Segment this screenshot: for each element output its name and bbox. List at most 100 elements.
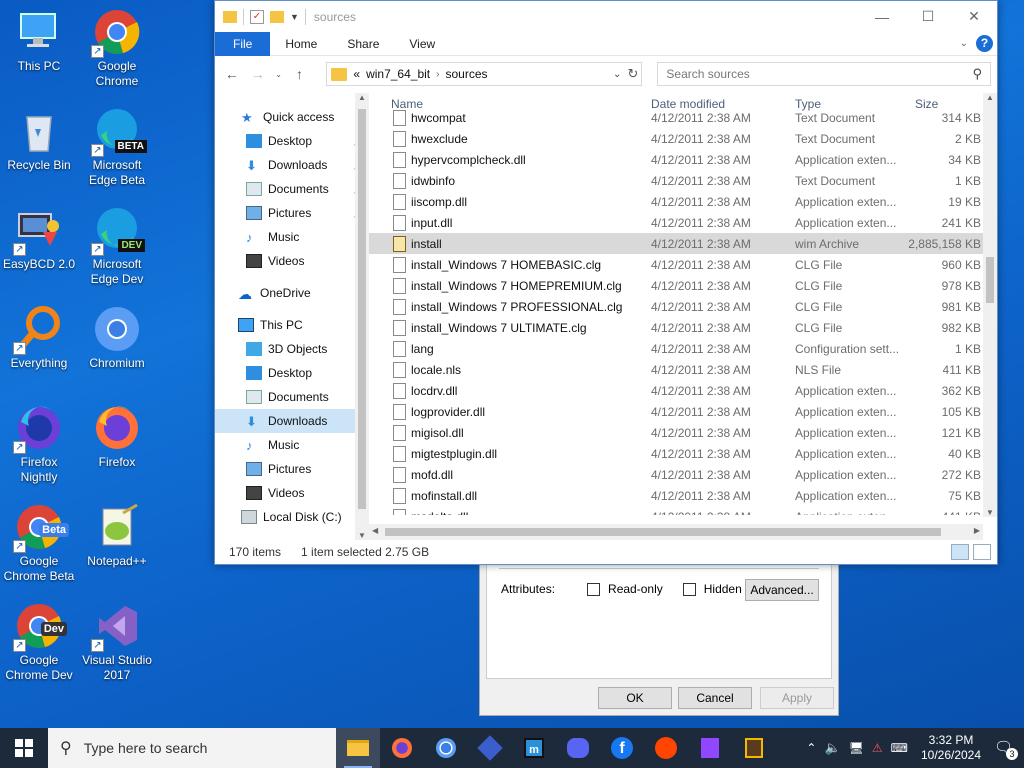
nav-onedrive[interactable]: ☁ OneDrive [215, 281, 369, 305]
file-row[interactable]: hwexclude 4/12/2011 2:38 AM Text Document 2… [369, 128, 997, 149]
forward-button[interactable]: → [247, 63, 269, 85]
desktop-icon-firefox-nightly[interactable]: ↗ Firefox Nightly [0, 404, 78, 485]
chevron-right-icon[interactable]: › [436, 69, 439, 80]
nav-pc-local-disk[interactable]: Local Disk (C:) [215, 505, 369, 529]
taskbar-discord[interactable] [556, 728, 600, 768]
start-button[interactable] [0, 728, 48, 768]
network-icon[interactable]: 🖥 [849, 741, 864, 755]
nav-pc-pictures[interactable]: Pictures [215, 457, 369, 481]
details-view-icon[interactable] [951, 544, 969, 560]
close-button[interactable]: ✕ [951, 1, 997, 32]
nav-pc-videos[interactable]: Videos [215, 481, 369, 505]
nav-pc-documents[interactable]: Documents [215, 385, 369, 409]
file-row[interactable]: hypervcomplcheck.dll 4/12/2011 2:38 AM App… [369, 149, 997, 170]
scrollbar-thumb[interactable] [358, 109, 366, 509]
nav-pc-desktop[interactable]: Desktop [215, 361, 369, 385]
file-row[interactable]: install_Windows 7 ULTIMATE.clg 4/12/2011 … [369, 317, 997, 338]
file-row[interactable]: mofd.dll 4/12/2011 2:38 AM Application ext… [369, 464, 997, 485]
advanced-button[interactable]: Advanced... [745, 579, 819, 601]
desktop-icon-everything[interactable]: ↗ Everything [0, 305, 78, 371]
properties-icon[interactable]: ✓ [250, 9, 264, 24]
scroll-up-icon[interactable]: ▲ [986, 93, 994, 102]
file-list-scrollbar[interactable]: ▲ ▼ [983, 93, 997, 517]
ok-button[interactable]: OK [598, 687, 672, 709]
file-row[interactable]: msdelta.dll 4/12/2011 2:38 AM Application … [369, 506, 997, 515]
scroll-down-icon[interactable]: ▼ [358, 531, 366, 540]
file-row[interactable]: logprovider.dll 4/12/2011 2:38 AM Applicat… [369, 401, 997, 422]
taskbar-app[interactable] [468, 728, 512, 768]
nav-qa-documents[interactable]: Documents 📌 [215, 177, 369, 201]
tab-share[interactable]: Share [332, 32, 394, 56]
readonly-checkbox[interactable] [587, 582, 601, 596]
file-row[interactable]: mofinstall.dll 4/12/2011 2:38 AM Applicati… [369, 485, 997, 506]
desktop-icon-recycle-bin[interactable]: Recycle Bin [0, 107, 78, 173]
nav-qa-videos[interactable]: Videos [215, 249, 369, 273]
desktop-icon-google-chrome[interactable]: ↗ Google Chrome [78, 8, 156, 89]
scroll-up-icon[interactable]: ▲ [358, 93, 366, 102]
scroll-down-icon[interactable]: ▼ [986, 508, 994, 517]
nav-pc-downloads[interactable]: ⬇ Downloads [215, 409, 369, 433]
chevron-up-icon[interactable]: ⌃ [806, 741, 816, 755]
taskbar-search-input[interactable]: Type here to search [84, 740, 208, 756]
tab-view[interactable]: View [394, 32, 450, 56]
nav-qa-music[interactable]: ♪ Music [215, 225, 369, 249]
horizontal-scrollbar[interactable]: ◀ ▶ [369, 524, 983, 540]
nav-this-pc[interactable]: This PC [215, 313, 369, 337]
scroll-left-icon[interactable]: ◀ [372, 526, 378, 535]
desktop-icon-notepad-plus-plus[interactable]: Notepad++ [78, 503, 156, 569]
address-bar[interactable]: « win7_64_bit › sources ⌄ ↻ [326, 62, 643, 86]
breadcrumb-overflow[interactable]: « [353, 67, 360, 81]
desktop-icon-easybcd[interactable]: ↗ EasyBCD 2.0 [0, 206, 78, 272]
apply-button[interactable]: Apply [760, 687, 834, 709]
nav-quick-access[interactable]: ★ Quick access [215, 105, 369, 129]
file-row[interactable]: migisol.dll 4/12/2011 2:38 AM Application … [369, 422, 997, 443]
search-box[interactable]: Search sources ⚲ [657, 62, 991, 86]
chevron-down-icon[interactable]: ⌄ [613, 69, 621, 80]
taskbar-chromium[interactable] [424, 728, 468, 768]
file-row[interactable]: migtestplugin.dll 4/12/2011 2:38 AM Applic… [369, 443, 997, 464]
file-row[interactable]: idwbinfo 4/12/2011 2:38 AM Text Document 1 … [369, 170, 997, 191]
desktop-icon-edge-dev[interactable]: DEV ↗ Microsoft Edge Dev [78, 206, 156, 287]
help-icon[interactable]: ? [976, 35, 993, 52]
desktop-icon-firefox[interactable]: Firefox [78, 404, 156, 470]
hidden-checkbox[interactable] [682, 582, 696, 596]
desktop-icon-chrome-beta[interactable]: Beta ↗ Google Chrome Beta [0, 503, 78, 584]
desktop-icon-chromium[interactable]: Chromium [78, 305, 156, 371]
taskbar-firefox[interactable] [380, 728, 424, 768]
file-row[interactable]: install_Windows 7 PROFESSIONAL.clg 4/12/2… [369, 296, 997, 317]
taskbar-reddit[interactable] [644, 728, 688, 768]
file-row[interactable]: install 4/12/2011 2:38 AM wim Archive 2,885… [369, 233, 997, 254]
scrollbar-thumb[interactable] [385, 528, 941, 536]
minimize-button[interactable]: — [859, 1, 905, 32]
scrollbar-thumb[interactable] [986, 257, 994, 303]
speaker-icon[interactable]: 🔈 [824, 740, 840, 756]
scroll-right-icon[interactable]: ▶ [974, 526, 980, 535]
breadcrumb-item[interactable]: sources [445, 67, 487, 81]
security-icon[interactable]: ⚠ [872, 741, 883, 755]
breadcrumb-item[interactable]: win7_64_bit [366, 67, 430, 81]
nav-qa-desktop[interactable]: Desktop 📌 [215, 129, 369, 153]
taskbar-mastodon[interactable]: m [512, 728, 556, 768]
desktop-icon-edge-beta[interactable]: BETA ↗ Microsoft Edge Beta [78, 107, 156, 188]
clock[interactable]: 3:32 PM 10/26/2024 [916, 733, 986, 763]
nav-scrollbar[interactable]: ▲ ▼ [355, 93, 369, 540]
taskbar-ups[interactable] [732, 728, 776, 768]
up-button[interactable]: ↑ [289, 63, 311, 85]
recent-locations-icon[interactable]: ⌄ [273, 63, 285, 85]
large-icons-view-icon[interactable] [973, 544, 991, 560]
file-row[interactable]: hwcompat 4/12/2011 2:38 AM Text Document 31… [369, 107, 997, 128]
tab-file[interactable]: File [215, 31, 271, 56]
taskbar-facebook[interactable]: f [600, 728, 644, 768]
tab-home[interactable]: Home [270, 32, 332, 56]
keyboard-icon[interactable]: ⌨ [891, 741, 908, 755]
expand-ribbon-icon[interactable]: ⌄ [960, 38, 968, 49]
new-folder-icon[interactable] [270, 10, 284, 23]
back-button[interactable]: ← [221, 63, 243, 85]
notification-center[interactable]: 🗨 3 [994, 738, 1018, 760]
refresh-icon[interactable]: ↻ [627, 66, 638, 82]
file-row[interactable]: locdrv.dll 4/12/2011 2:38 AM Application e… [369, 380, 997, 401]
file-row[interactable]: iiscomp.dll 4/12/2011 2:38 AM Application … [369, 191, 997, 212]
desktop-icon-this-pc[interactable]: This PC [0, 8, 78, 74]
title-bar[interactable]: ✓ ▼ sources — ☐ ✕ [215, 1, 997, 32]
maximize-button[interactable]: ☐ [905, 1, 951, 32]
